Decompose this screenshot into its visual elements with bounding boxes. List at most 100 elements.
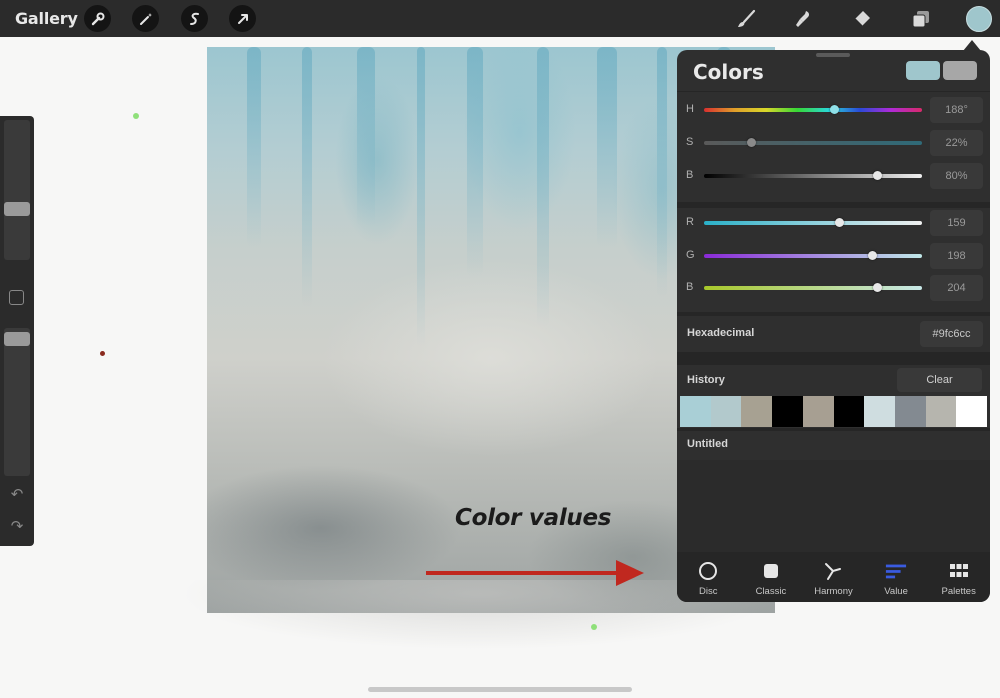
palette-name: Untitled — [687, 438, 728, 450]
color-swatch-button[interactable] — [966, 6, 992, 32]
smudge-button[interactable] — [788, 4, 818, 34]
value-icon — [885, 560, 907, 582]
hue-slider[interactable] — [704, 108, 922, 112]
colors-panel: Colors H 188° S 22% B 80% R 159 G 198 B — [677, 50, 990, 602]
history-swatch[interactable] — [894, 396, 926, 427]
saturation-label: S — [686, 136, 694, 148]
history-swatch[interactable] — [956, 396, 988, 427]
history-swatch[interactable] — [741, 396, 773, 427]
hue-value[interactable]: 188° — [930, 97, 983, 123]
previous-color-swatch[interactable] — [943, 61, 977, 80]
actions-button[interactable] — [84, 5, 111, 32]
divider — [677, 428, 990, 431]
tab-palettes[interactable]: Palettes — [927, 552, 990, 602]
blue-knob[interactable] — [873, 283, 882, 292]
green-value[interactable]: 198 — [930, 243, 983, 269]
brush-size-slider[interactable] — [4, 120, 30, 260]
left-sidebar: ↶ ↷ — [0, 116, 34, 546]
history-label: History — [687, 374, 725, 386]
panel-grab-handle[interactable] — [816, 53, 850, 57]
top-toolbar: Gallery — [0, 0, 1000, 37]
redo-icon[interactable]: ↷ — [8, 518, 26, 536]
red-slider-row: R 159 — [677, 207, 990, 239]
brightness-slider-row: B 80% — [677, 160, 990, 192]
hexadecimal-field[interactable]: #9fc6cc — [920, 321, 983, 347]
brightness-label: B — [686, 169, 694, 181]
annotation-label: Color values — [455, 505, 612, 531]
history-swatch[interactable] — [864, 396, 895, 427]
brush-icon — [738, 9, 756, 27]
saturation-slider[interactable] — [704, 141, 922, 145]
tab-label: Harmony — [814, 586, 853, 597]
hue-knob[interactable] — [830, 105, 839, 114]
divider — [677, 352, 990, 365]
saturation-slider-row: S 22% — [677, 127, 990, 159]
red-knob[interactable] — [835, 218, 844, 227]
green-knob[interactable] — [868, 251, 877, 260]
home-indicator[interactable] — [368, 687, 632, 692]
green-dot — [591, 624, 597, 630]
hue-label: H — [686, 103, 694, 115]
blue-label: B — [686, 281, 694, 293]
history-swatch[interactable] — [680, 396, 711, 427]
gallery-button[interactable]: Gallery — [15, 9, 78, 28]
history-swatch[interactable] — [925, 396, 957, 427]
saturation-knob[interactable] — [747, 138, 756, 147]
green-slider[interactable] — [704, 254, 922, 258]
history-swatch[interactable] — [802, 396, 834, 427]
classic-icon — [760, 560, 782, 582]
selection-button[interactable] — [181, 5, 208, 32]
brightness-slider[interactable] — [704, 174, 922, 178]
green-label: G — [686, 249, 695, 261]
tab-harmony[interactable]: Harmony — [802, 552, 865, 602]
hue-slider-row: H 188° — [677, 94, 990, 126]
brightness-knob[interactable] — [873, 171, 882, 180]
tab-label: Palettes — [941, 586, 976, 597]
tab-label: Disc — [699, 586, 718, 597]
saturation-value[interactable]: 22% — [930, 130, 983, 156]
tab-label: Classic — [755, 586, 787, 597]
selection-icon — [189, 12, 199, 25]
history-swatches — [680, 396, 988, 427]
hexadecimal-label: Hexadecimal — [687, 327, 755, 339]
eraser-button[interactable] — [847, 4, 877, 34]
smudge-icon — [796, 11, 810, 27]
history-swatch[interactable] — [833, 396, 865, 427]
opacity-thumb[interactable] — [4, 332, 30, 346]
brush-button[interactable] — [731, 4, 761, 34]
eraser-icon — [854, 11, 870, 27]
tab-disc[interactable]: Disc — [677, 552, 740, 602]
blue-slider[interactable] — [704, 286, 922, 290]
layers-button[interactable] — [906, 4, 936, 34]
red-value[interactable]: 159 — [930, 210, 983, 236]
clear-history-button[interactable]: Clear — [897, 368, 982, 392]
red-dot — [100, 351, 105, 356]
disc-icon — [697, 560, 719, 582]
green-slider-row: G 198 — [677, 240, 990, 272]
transform-arrow-icon — [237, 13, 248, 24]
divider — [677, 91, 990, 92]
undo-icon[interactable]: ↶ — [8, 486, 26, 504]
blue-slider-row: B 204 — [677, 272, 990, 304]
green-dot — [133, 113, 139, 119]
brush-size-thumb[interactable] — [4, 202, 30, 216]
transform-button[interactable] — [229, 5, 256, 32]
color-mode-tabs: Disc Classic Harmony Value Palettes — [677, 552, 990, 602]
layers-icon — [912, 11, 929, 28]
annotation-arrow — [426, 560, 644, 586]
magic-wand-icon — [139, 12, 152, 25]
divider — [677, 312, 990, 316]
history-swatch[interactable] — [710, 396, 742, 427]
red-slider[interactable] — [704, 221, 922, 225]
adjustments-button[interactable] — [132, 5, 159, 32]
tab-value[interactable]: Value — [865, 552, 928, 602]
brightness-value[interactable]: 80% — [930, 163, 983, 189]
opacity-slider[interactable] — [4, 328, 30, 476]
palette-area[interactable] — [677, 460, 990, 552]
current-color-swatch[interactable] — [906, 61, 940, 80]
tab-classic[interactable]: Classic — [740, 552, 803, 602]
panel-title: Colors — [693, 60, 764, 84]
blue-value[interactable]: 204 — [930, 275, 983, 301]
modify-button[interactable] — [9, 290, 24, 305]
history-swatch[interactable] — [772, 396, 803, 427]
